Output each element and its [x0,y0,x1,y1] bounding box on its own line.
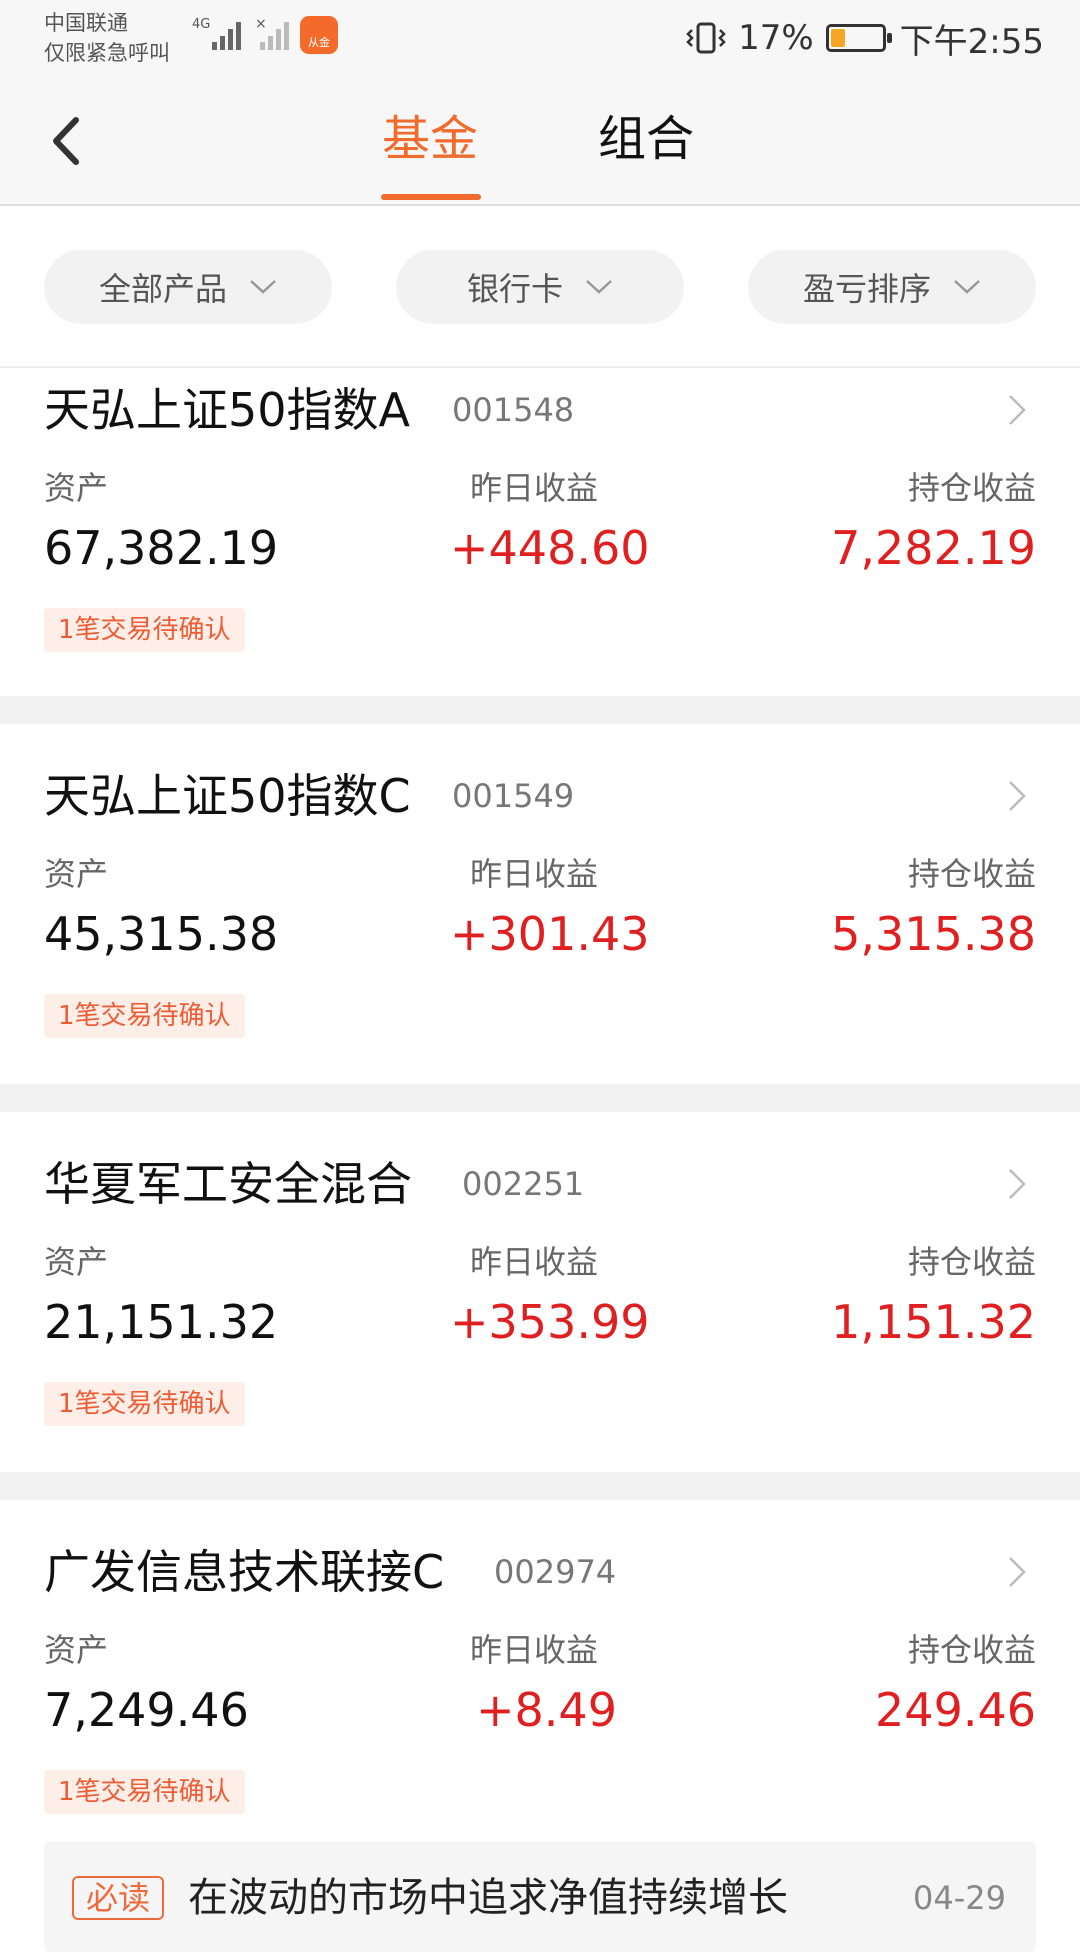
fund-card[interactable]: 天弘上证50指数A 001548 资产 昨日收益 持仓收益 67,382.19 … [0,370,1080,696]
fund-card[interactable]: 华夏军工安全混合 002251 资产 昨日收益 持仓收益 21,151.32 +… [0,1112,1080,1472]
fund-code: 001549 [452,777,575,815]
filter-bankcard-dropdown[interactable]: 银行卡 [396,250,684,324]
tab-fund[interactable]: 基金 [382,104,478,174]
assets-label: 资产 [44,855,109,893]
fund-code: 002974 [494,1553,617,1591]
assets-value: 67,382.19 [44,521,279,575]
battery-percent: 17% [738,18,814,58]
yesterday-label: 昨日收益 [470,1631,599,1669]
assets-label: 资产 [44,1243,109,1281]
news-banner[interactable]: 必读 在波动的市场中追求净值持续增长 04-29 [44,1842,1036,1952]
yesterday-value: +8.49 [476,1683,617,1737]
must-read-tag: 必读 [72,1876,165,1920]
fund-code: 002251 [462,1165,585,1203]
app-notification-icon: 从金 [300,16,338,54]
chevron-right-icon [1009,1557,1026,1587]
filter-bankcard-label: 银行卡 [466,270,563,308]
yesterday-label: 昨日收益 [470,1243,599,1281]
filter-sort-dropdown[interactable]: 盈亏排序 [748,250,1036,324]
clock: 下午2:55 [899,21,1044,62]
news-title: 在波动的市场中追求净值持续增长 [188,1875,788,1921]
back-arrow-icon[interactable] [40,106,90,176]
chevron-down-icon [250,280,276,294]
top-nav: 基金 组合 [0,80,1080,206]
svg-text:×: × [255,16,267,32]
tab-portfolio[interactable]: 组合 [598,104,694,174]
yesterday-value: +301.43 [450,907,650,961]
pending-badge: 1笔交易待确认 [44,1382,245,1426]
fund-name: 华夏军工安全混合 [44,1157,412,1211]
holding-value: 249.46 [875,1683,1036,1737]
pending-badge: 1笔交易待确认 [44,1770,245,1814]
fund-card[interactable]: 天弘上证50指数C 001549 资产 昨日收益 持仓收益 45,315.38 … [0,724,1080,1084]
carrier-name: 中国联通 [44,11,128,35]
filter-bar: 全部产品 银行卡 盈亏排序 [0,208,1080,368]
fund-name: 天弘上证50指数A [44,383,411,437]
chevron-down-icon [954,280,980,294]
assets-label: 资产 [44,1631,109,1669]
yesterday-label: 昨日收益 [470,855,599,893]
vibrate-icon [686,22,726,54]
fund-name: 广发信息技术联接C [44,1545,445,1599]
divider [0,696,1080,724]
yesterday-label: 昨日收益 [470,469,599,507]
carrier-info: 中国联通 仅限紧急呼叫 [44,8,170,68]
assets-label: 资产 [44,469,109,507]
fund-name: 天弘上证50指数C [44,769,411,823]
status-bar: 中国联通 仅限紧急呼叫 4G × 从金 17% 下午2:55 [0,0,1080,80]
holding-label: 持仓收益 [907,855,1036,893]
yesterday-value: +353.99 [450,1295,650,1349]
chevron-right-icon [1009,781,1026,811]
yesterday-value: +448.60 [450,521,650,575]
filter-product-label: 全部产品 [98,270,227,308]
active-tab-indicator [381,194,481,200]
divider [0,1084,1080,1112]
holding-value: 1,151.32 [831,1295,1036,1349]
assets-value: 21,151.32 [44,1295,279,1349]
app-badge-label: 从金 [308,36,330,49]
signal-icon: 4G [192,17,241,50]
holding-value: 7,282.19 [831,521,1036,575]
filter-sort-label: 盈亏排序 [802,270,931,308]
chevron-down-icon [586,280,612,294]
filter-product-dropdown[interactable]: 全部产品 [44,250,332,324]
pending-badge: 1笔交易待确认 [44,608,245,652]
assets-value: 7,249.46 [44,1683,249,1737]
assets-value: 45,315.38 [44,907,279,961]
carrier-note: 仅限紧急呼叫 [44,41,170,65]
battery-icon [825,24,892,52]
chevron-right-icon [1009,1169,1026,1199]
holding-label: 持仓收益 [907,1243,1036,1281]
holding-label: 持仓收益 [907,469,1036,507]
pending-badge: 1笔交易待确认 [44,994,245,1038]
status-right: 17% 下午2:55 [684,16,1044,62]
holding-value: 5,315.38 [831,907,1036,961]
news-date: 04-29 [913,1879,1006,1917]
fund-code: 001548 [452,391,575,429]
divider [0,1472,1080,1500]
holding-label: 持仓收益 [907,1631,1036,1669]
signal-no-sim-icon: × [255,16,289,50]
chevron-right-icon [1009,395,1026,425]
network-type-label: 4G [192,17,210,32]
